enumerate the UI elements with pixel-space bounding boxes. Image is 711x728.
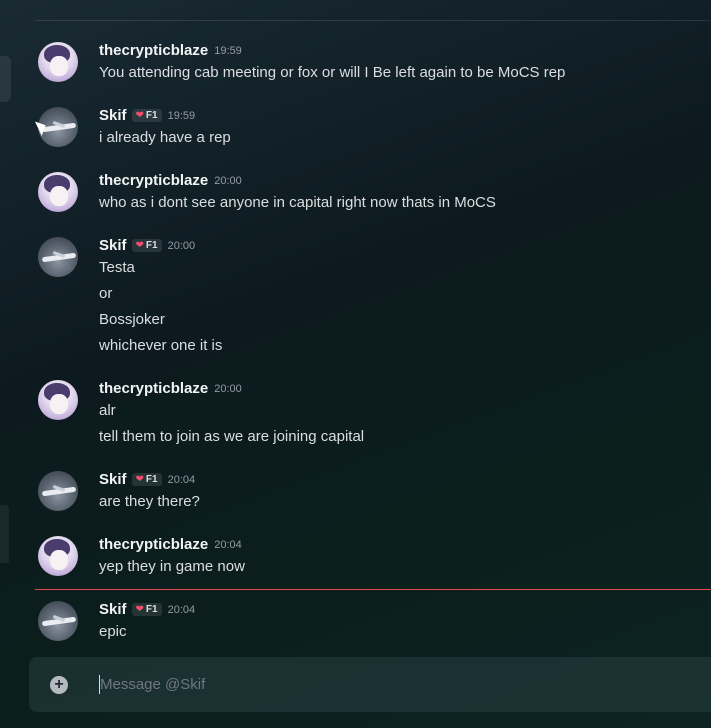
timestamp[interactable]: 20:04 bbox=[168, 474, 196, 486]
timestamp[interactable]: 19:59 bbox=[214, 45, 242, 57]
avatar[interactable] bbox=[38, 172, 78, 212]
username[interactable]: thecrypticblaze bbox=[99, 536, 208, 553]
username[interactable]: thecrypticblaze bbox=[99, 42, 208, 59]
role-badge[interactable]: ❤ F1 bbox=[131, 109, 162, 122]
message-text: tell them to join as we are joining capi… bbox=[99, 428, 365, 445]
timestamp[interactable]: 20:04 bbox=[168, 604, 196, 616]
heart-icon: ❤ bbox=[135, 474, 144, 485]
message-text: who as i dont see anyone in capital righ… bbox=[99, 194, 496, 211]
timestamp[interactable]: 20:00 bbox=[214, 175, 242, 187]
message-input[interactable] bbox=[99, 671, 680, 697]
heart-icon: ❤ bbox=[135, 110, 144, 121]
role-badge[interactable]: ❤ F1 bbox=[131, 239, 162, 252]
message-text: alr bbox=[99, 402, 116, 419]
username[interactable]: thecrypticblaze bbox=[99, 380, 208, 397]
message-header: Skif ❤ F1 20:04 bbox=[99, 601, 195, 618]
message-header: thecrypticblaze 20:04 bbox=[99, 536, 242, 553]
message-text: Bossjoker bbox=[99, 311, 165, 328]
avatar[interactable] bbox=[38, 536, 78, 576]
timestamp[interactable]: 19:59 bbox=[168, 110, 196, 122]
avatar[interactable] bbox=[38, 42, 78, 82]
timestamp[interactable]: 20:04 bbox=[214, 539, 242, 551]
message-list: thecrypticblaze 19:59 You attending cab m… bbox=[0, 0, 711, 650]
username[interactable]: Skif bbox=[99, 471, 127, 488]
message-text: Testa bbox=[99, 259, 135, 276]
username[interactable]: Skif bbox=[99, 601, 127, 618]
message-header: Skif ❤ F1 20:00 bbox=[99, 237, 195, 254]
avatar[interactable] bbox=[38, 601, 78, 641]
new-messages-divider bbox=[35, 589, 711, 590]
message-text: or bbox=[99, 285, 113, 302]
message-header: thecrypticblaze 20:00 bbox=[99, 172, 242, 189]
message-header: thecrypticblaze 19:59 bbox=[99, 42, 242, 59]
message-header: thecrypticblaze 20:00 bbox=[99, 380, 242, 397]
heart-icon: ❤ bbox=[135, 240, 144, 251]
timestamp[interactable]: 20:00 bbox=[214, 383, 242, 395]
username[interactable]: Skif bbox=[99, 107, 127, 124]
avatar[interactable] bbox=[38, 380, 78, 420]
username[interactable]: Skif bbox=[99, 237, 127, 254]
message-composer: + bbox=[29, 657, 711, 712]
timestamp[interactable]: 20:00 bbox=[168, 240, 196, 252]
message-text: You attending cab meeting or fox or will… bbox=[99, 64, 566, 81]
message-text: yep they in game now bbox=[99, 558, 245, 575]
message-text: i already have a rep bbox=[99, 129, 231, 146]
role-badge[interactable]: ❤ F1 bbox=[131, 603, 162, 616]
avatar[interactable] bbox=[38, 471, 78, 511]
role-badge[interactable]: ❤ F1 bbox=[131, 473, 162, 486]
message-header: Skif ❤ F1 20:04 bbox=[99, 471, 195, 488]
message-text: whichever one it is bbox=[99, 337, 223, 354]
plus-circle-icon[interactable]: + bbox=[50, 676, 68, 694]
heart-icon: ❤ bbox=[135, 604, 144, 615]
message-text: are they there? bbox=[99, 493, 200, 510]
avatar[interactable] bbox=[38, 237, 78, 277]
message-text: epic bbox=[99, 623, 127, 640]
username[interactable]: thecrypticblaze bbox=[99, 172, 208, 189]
message-header: Skif ❤ F1 19:59 bbox=[99, 107, 195, 124]
